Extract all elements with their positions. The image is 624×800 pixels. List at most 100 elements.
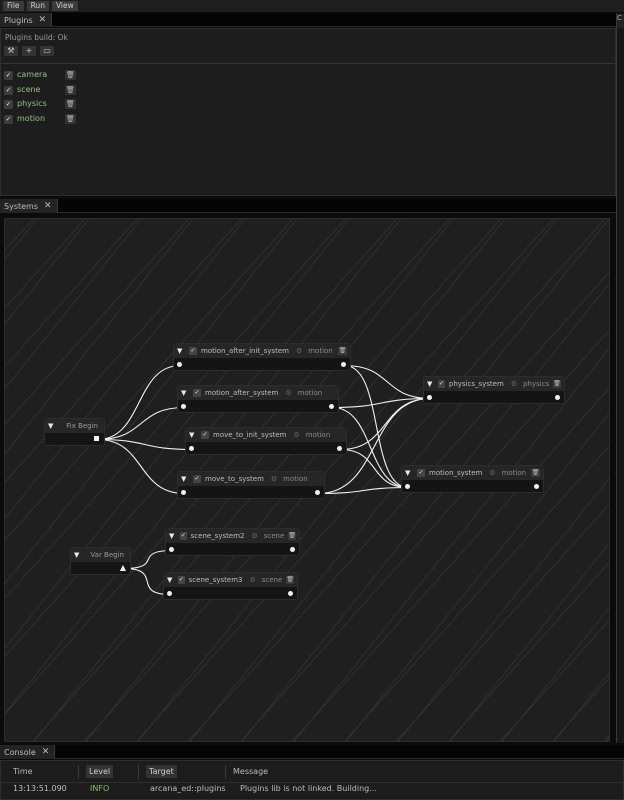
gear-icon: ⚙ xyxy=(270,475,278,483)
collapse-arrow-icon[interactable]: ▼ xyxy=(169,532,176,540)
run-icon[interactable]: ▭ xyxy=(40,46,54,56)
system-node[interactable]: ▼ ✓ move_to_system ⚙ motion xyxy=(177,471,325,499)
trash-icon[interactable]: 🗑 xyxy=(65,85,76,95)
menu-file[interactable]: File xyxy=(3,1,24,11)
column-time[interactable]: Time xyxy=(13,767,33,776)
gear-icon: ⚙ xyxy=(251,532,258,540)
enable-checkbox[interactable]: ✓ xyxy=(177,576,185,584)
system-node[interactable]: ▼ ✓ motion_after_init_system ⚙ motion 🗑 xyxy=(173,343,351,371)
connection-wire xyxy=(97,438,185,495)
system-node[interactable]: ▼ ✓ scene_system2 ⚙ scene 🗑 xyxy=(165,528,300,556)
collapse-arrow-icon[interactable]: ▼ xyxy=(427,380,434,388)
system-node[interactable]: ▼ ✓ move_to_init_system ⚙ motion xyxy=(185,427,347,455)
trash-icon[interactable]: 🗑 xyxy=(338,347,347,355)
trash-icon[interactable]: 🗑 xyxy=(65,70,76,80)
input-pin[interactable] xyxy=(181,404,186,409)
enable-checkbox[interactable]: ✓ xyxy=(189,347,197,355)
collapse-arrow-icon[interactable]: ▼ xyxy=(177,347,185,355)
collapse-arrow-icon[interactable]: ▼ xyxy=(48,422,56,430)
node-title: move_to_init_system xyxy=(213,431,287,439)
plugins-tabbar: Plugins ✕ xyxy=(0,13,616,27)
output-pin[interactable] xyxy=(337,446,342,451)
plugin-name: camera xyxy=(17,70,48,79)
collapse-arrow-icon[interactable]: ▼ xyxy=(189,431,197,439)
log-target: arcana_ed::plugins xyxy=(150,784,226,793)
menu-run[interactable]: Run xyxy=(26,1,49,11)
trash-icon[interactable]: 🗑 xyxy=(65,114,76,124)
trash-icon[interactable]: 🗑 xyxy=(553,380,561,388)
collapse-arrow-icon[interactable]: ▼ xyxy=(167,576,174,584)
output-pin[interactable] xyxy=(315,490,320,495)
close-icon[interactable]: ✕ xyxy=(39,15,47,25)
node-title: Var Begin xyxy=(90,551,124,559)
var-begin-node[interactable]: ▼ Var Begin ▲ xyxy=(70,547,131,575)
gear-icon: ⚙ xyxy=(249,576,256,584)
connection-wire xyxy=(97,406,185,441)
plugin-row-scene: ✓ scene 🗑 xyxy=(4,84,76,96)
menubar: File Run View xyxy=(0,0,624,12)
enable-checkbox[interactable]: ✓ xyxy=(193,389,201,397)
trash-icon[interactable]: 🗑 xyxy=(531,469,540,477)
tab-console-label: Console xyxy=(4,747,36,757)
output-pin[interactable] xyxy=(288,591,293,596)
console-log-row[interactable]: 13:13:51.090 INFO arcana_ed::plugins Plu… xyxy=(1,782,623,796)
system-node[interactable]: ▼ ✓ scene_system3 ⚙ scene 🗑 xyxy=(163,572,298,600)
tab-plugins[interactable]: Plugins ✕ xyxy=(0,13,53,27)
column-divider[interactable] xyxy=(138,765,139,779)
plus-icon[interactable]: + xyxy=(22,46,36,56)
tab-systems[interactable]: Systems ✕ xyxy=(0,199,58,213)
collapse-arrow-icon[interactable]: ▼ xyxy=(181,475,189,483)
collapse-arrow-icon[interactable]: ▼ xyxy=(181,389,189,397)
fix-begin-node[interactable]: ▼ Fix Begin xyxy=(44,418,105,446)
plugin-checkbox[interactable]: ✓ xyxy=(4,114,13,124)
enable-checkbox[interactable]: ✓ xyxy=(201,431,209,439)
output-pin[interactable] xyxy=(329,404,334,409)
plugin-checkbox[interactable]: ✓ xyxy=(4,70,13,80)
output-pin[interactable] xyxy=(290,547,295,552)
input-pin[interactable] xyxy=(189,446,194,451)
enable-checkbox[interactable]: ✓ xyxy=(179,532,187,540)
output-pin[interactable] xyxy=(94,436,99,441)
input-pin[interactable] xyxy=(177,362,182,367)
enable-checkbox[interactable]: ✓ xyxy=(193,475,201,483)
menu-view[interactable]: View xyxy=(51,1,78,11)
collapse-arrow-icon[interactable]: ▼ xyxy=(74,551,82,559)
column-target-filter[interactable]: Target xyxy=(146,765,177,778)
collapse-arrow-icon[interactable]: ▼ xyxy=(405,469,413,477)
column-divider[interactable] xyxy=(78,765,79,779)
enable-checkbox[interactable]: ✓ xyxy=(417,469,425,477)
output-pin[interactable]: ▲ xyxy=(120,563,126,572)
input-pin[interactable] xyxy=(167,591,172,596)
close-icon[interactable]: ✕ xyxy=(44,201,52,211)
side-panel-tab[interactable]: C xyxy=(617,14,624,28)
connection-wire xyxy=(340,397,431,451)
connection-wire xyxy=(344,364,409,489)
trash-icon[interactable]: 🗑 xyxy=(286,576,294,584)
close-icon[interactable]: ✕ xyxy=(42,747,50,757)
output-pin[interactable] xyxy=(341,362,346,367)
input-pin[interactable] xyxy=(427,395,432,400)
input-pin[interactable] xyxy=(405,484,410,489)
node-title: scene_system3 xyxy=(188,576,243,584)
system-node[interactable]: ▼ ✓ physics_system ⚙ physics 🗑 xyxy=(423,376,565,404)
trash-icon[interactable]: 🗑 xyxy=(65,99,76,109)
output-pin[interactable] xyxy=(534,484,539,489)
plugin-checkbox[interactable]: ✓ xyxy=(4,99,13,109)
trash-icon[interactable]: 🗑 xyxy=(288,532,296,540)
enable-checkbox[interactable]: ✓ xyxy=(437,380,445,388)
hammer-icon[interactable]: ⚒ xyxy=(4,46,18,56)
plugins-toolbar: ⚒ + ▭ xyxy=(4,46,54,56)
tab-console[interactable]: Console ✕ xyxy=(0,745,56,759)
plugin-checkbox[interactable]: ✓ xyxy=(4,85,13,95)
output-pin[interactable] xyxy=(555,395,560,400)
column-level-filter[interactable]: Level xyxy=(86,765,114,778)
system-node[interactable]: ▼ ✓ motion_after_system ⚙ motion xyxy=(177,385,339,413)
system-node[interactable]: ▼ ✓ motion_system ⚙ motion 🗑 xyxy=(401,465,544,493)
divider xyxy=(1,63,615,64)
systems-graph-canvas[interactable]: ▼ Fix Begin ▼ Var Begin ▲ ▼ ✓ motion_aft… xyxy=(4,218,610,742)
input-pin[interactable] xyxy=(181,490,186,495)
input-pin[interactable] xyxy=(169,547,174,552)
node-plugin: motion xyxy=(305,431,331,439)
gear-icon: ⚙ xyxy=(489,469,496,477)
column-divider[interactable] xyxy=(225,765,226,779)
